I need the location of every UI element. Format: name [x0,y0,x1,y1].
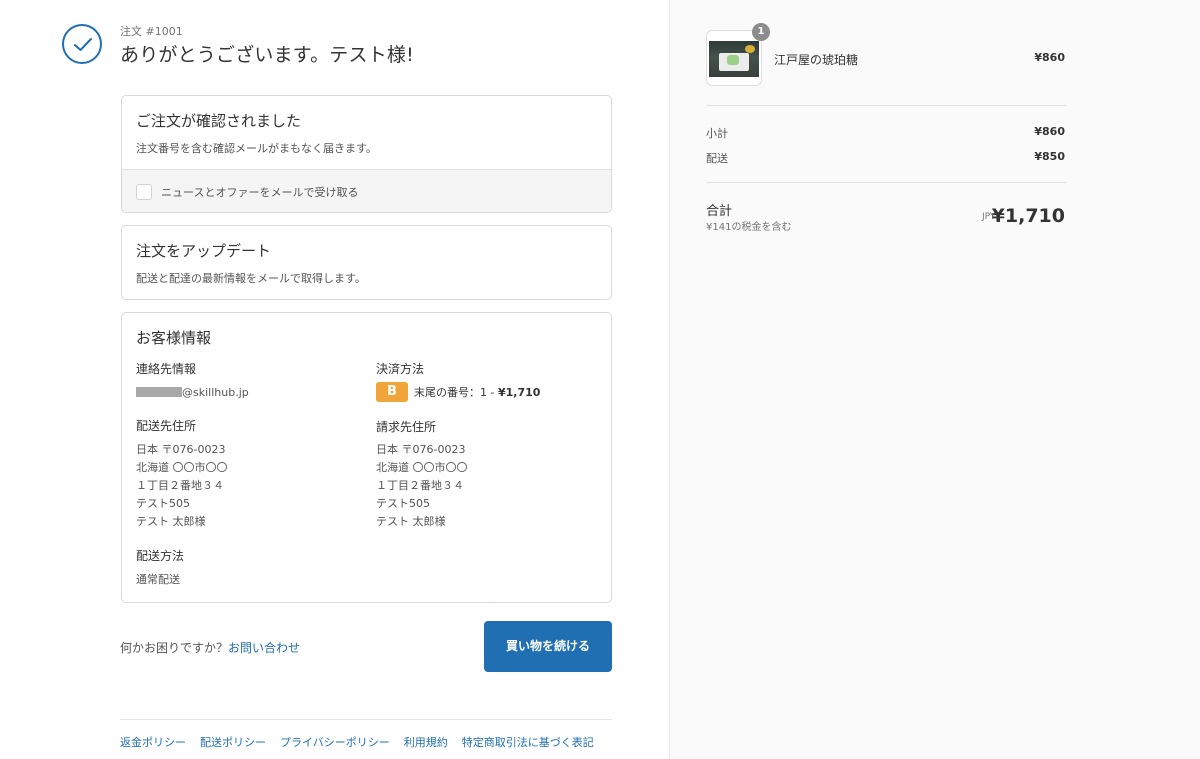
payment-title: 決済方法 [376,362,425,376]
order-updates-card: 注文をアップデート 配送と配達の最新情報をメールで取得します。 [121,225,612,300]
shipping-label: 配送 [706,152,728,165]
billing-address-section: 請求先住所 日本 〒076-0023 北海道 〇〇市〇〇 １丁目２番地３４ テス… [376,418,596,531]
legal-notice-link[interactable]: 特定商取引法に基づく表記 [462,736,594,749]
contact-title: 連絡先情報 [136,362,197,376]
billing-address-line: 北海道 〇〇市〇〇 [376,461,468,474]
payment-row: B 末尾の番号：1 - ¥1,710 [376,382,596,402]
payment-method-icon: B [376,382,408,402]
payment-label: 末尾の番号：1 - [414,386,498,399]
summary-divider [706,105,1066,106]
shipping-method-section: 配送方法 通常配送 [136,547,356,589]
shipping-value: ¥850 [1034,150,1065,163]
help-text: 何かお困りですか？お問い合わせ [120,639,300,656]
order-number: 注文 #1001 [120,25,183,38]
help-question: 何かお困りですか？ [120,641,229,655]
shipping-address-section: 配送先住所 日本 〒076-0023 北海道 〇〇市〇〇 １丁目２番地３４ テス… [136,417,356,531]
shipping-method-title: 配送方法 [136,549,185,563]
total-amount: ¥1,710 [991,205,1065,227]
customer-info-title: お客様情報 [136,329,212,347]
order-updates-subtitle: 配送と配達の最新情報をメールで取得します。 [136,272,366,285]
quantity-badge: 1 [752,23,770,41]
payment-text: 末尾の番号：1 - ¥1,710 [414,386,540,399]
newsletter-row: ニュースとオファーをメールで受け取る [122,169,611,212]
billing-address-line: テスト 太郎様 [376,515,446,528]
shipping-address-line: １丁目２番地３４ [136,479,224,492]
subtotal-value: ¥860 [1034,125,1065,138]
order-updates-title: 注文をアップデート [136,242,272,260]
tax-note: ¥141の税金を含む [706,222,792,233]
main-panel: 注文 #1001 ありがとうございます。テスト様! ご注文が確認されました 注文… [0,0,669,759]
newsletter-checkbox[interactable] [136,184,152,200]
payment-section: 決済方法 B 末尾の番号：1 - ¥1,710 [376,360,596,402]
contact-email-domain: @skillhub.jp [182,386,249,399]
product-price: ¥860 [1034,51,1065,64]
summary-divider [706,182,1066,183]
customer-info-card: お客様情報 連絡先情報 @skillhub.jp 決済方法 B 末尾の番号：1 -… [121,312,612,603]
order-summary-panel: 1 江戸屋の琥珀糖 ¥860 小計 ¥860 配送 ¥850 合計 ¥141の税… [669,0,1200,759]
billing-address: 日本 〒076-0023 北海道 〇〇市〇〇 １丁目２番地３４ テスト505 テ… [376,441,596,531]
billing-address-line: １丁目２番地３４ [376,479,464,492]
product-image [709,41,759,77]
order-confirmed-card: ご注文が確認されました 注文番号を含む確認メールがまもなく届きます。 ニュースと… [121,95,612,213]
product-name: 江戸屋の琥珀糖 [774,53,859,67]
shipping-address-line: 日本 〒076-0023 [136,443,226,456]
newsletter-label[interactable]: ニュースとオファーをメールで受け取る [161,184,358,200]
shipping-method-value: 通常配送 [136,573,180,586]
privacy-policy-link[interactable]: プライバシーポリシー [280,736,390,749]
thank-you-heading: ありがとうございます。テスト様! [120,44,414,66]
shipping-address: 日本 〒076-0023 北海道 〇〇市〇〇 １丁目２番地３４ テスト505 テ… [136,441,356,531]
payment-amount: ¥1,710 [497,386,541,399]
shipping-policy-link[interactable]: 配送ポリシー [200,736,266,749]
refund-policy-link[interactable]: 返金ポリシー [120,736,186,749]
footer-links: 返金ポリシー 配送ポリシー プライバシーポリシー 利用規約 特定商取引法に基づく表記 [120,734,608,750]
subtotal-label: 小計 [706,127,728,140]
shipping-address-line: テスト 太郎様 [136,515,206,528]
shipping-address-line: テスト505 [136,497,190,510]
order-confirmed-title: ご注文が確認されました [136,112,302,130]
total-label: 合計 [706,204,733,219]
terms-of-service-link[interactable]: 利用規約 [404,736,448,749]
billing-address-title: 請求先住所 [376,420,437,434]
contact-us-link[interactable]: お問い合わせ [228,641,300,655]
continue-shopping-button[interactable]: 買い物を続ける [484,621,612,672]
footer-divider [120,719,612,720]
product-thumbnail [706,30,762,86]
billing-address-line: テスト505 [376,497,430,510]
billing-address-line: 日本 〒076-0023 [376,443,466,456]
shipping-address-title: 配送先住所 [136,419,197,433]
contact-section: 連絡先情報 @skillhub.jp [136,360,356,402]
contact-email: @skillhub.jp [136,384,356,402]
order-confirmed-subtitle: 注文番号を含む確認メールがまもなく届きます。 [136,142,377,155]
checkmark-circle-icon [62,24,102,64]
redacted-email-mask [136,387,182,397]
shipping-address-line: 北海道 〇〇市〇〇 [136,461,228,474]
